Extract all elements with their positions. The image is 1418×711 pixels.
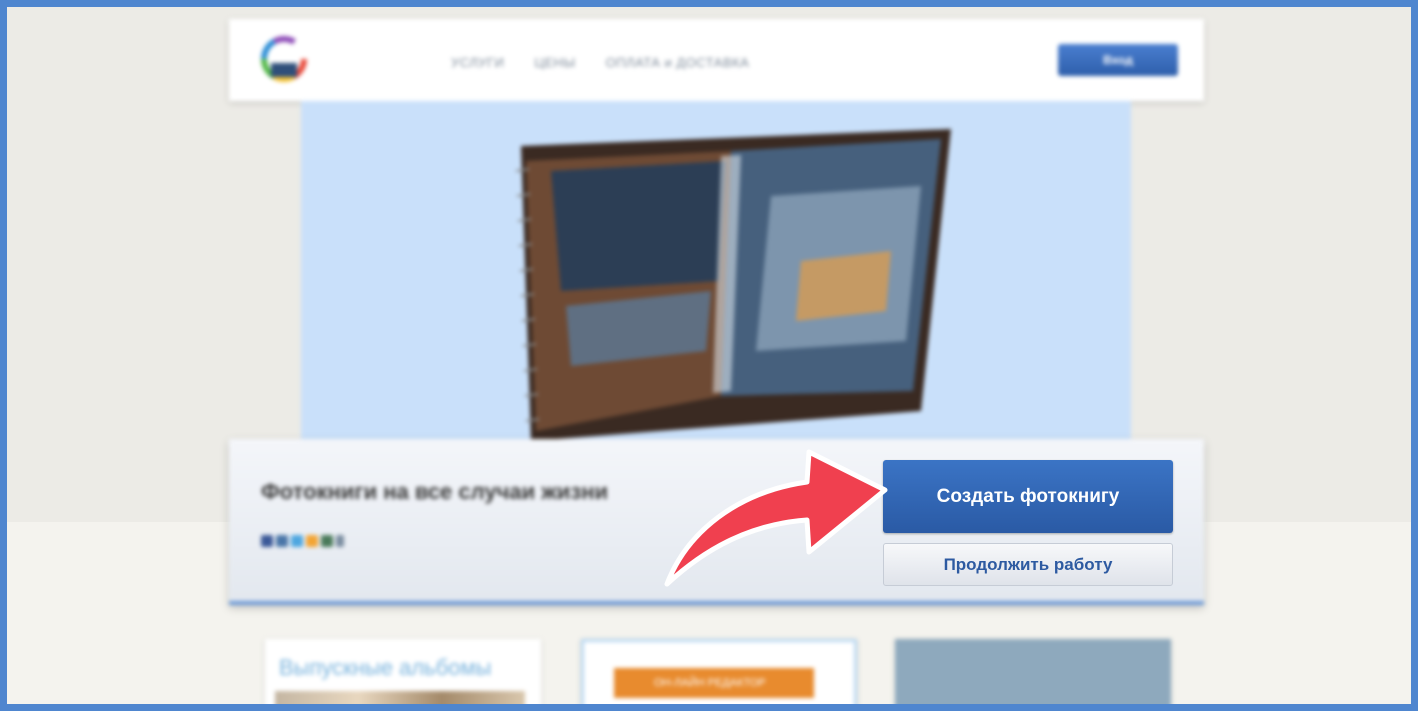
nav-payment-delivery[interactable]: ОПЛАТА и ДОСТАВКА bbox=[606, 55, 750, 70]
social-icon-1[interactable] bbox=[261, 535, 273, 547]
social-icon-6[interactable] bbox=[336, 535, 344, 547]
feature-cards: Выпускные альбомы ОН-ЛАЙН РЕДАКТОР bbox=[7, 639, 1411, 704]
online-editor-badge: ОН-ЛАЙН РЕДАКТОР bbox=[614, 668, 814, 698]
card-image bbox=[275, 691, 525, 704]
tagline: Фотокниги на все случаи жизни bbox=[261, 479, 609, 504]
create-photobook-button[interactable]: Создать фотокнигу bbox=[883, 460, 1173, 533]
social-icons bbox=[261, 535, 344, 547]
card-title: Выпускные альбомы bbox=[279, 655, 492, 680]
photobook-illustration bbox=[515, 129, 951, 441]
social-icon-5[interactable] bbox=[321, 535, 333, 547]
main-nav: УСЛУГИ ЦЕНЫ ОПЛАТА и ДОСТАВКА bbox=[451, 55, 749, 70]
social-icon-4[interactable] bbox=[306, 535, 318, 547]
hero-image bbox=[301, 101, 1131, 446]
card-online-editor[interactable]: ОН-ЛАЙН РЕДАКТОР bbox=[581, 639, 857, 704]
social-icon-3[interactable] bbox=[291, 535, 303, 547]
logo-icon[interactable] bbox=[257, 35, 311, 89]
nav-services[interactable]: УСЛУГИ bbox=[451, 55, 504, 70]
continue-work-button[interactable]: Продолжить работу bbox=[883, 543, 1173, 586]
login-button[interactable]: Вход bbox=[1058, 44, 1178, 76]
curved-arrow-icon bbox=[664, 449, 888, 587]
screenshot-frame: УСЛУГИ ЦЕНЫ ОПЛАТА и ДОСТАВКА Вход Фоток… bbox=[0, 0, 1418, 711]
nav-prices[interactable]: ЦЕНЫ bbox=[534, 55, 575, 70]
site-header: УСЛУГИ ЦЕНЫ ОПЛАТА и ДОСТАВКА Вход bbox=[229, 19, 1204, 101]
card-third[interactable] bbox=[895, 639, 1171, 704]
social-icon-2[interactable] bbox=[276, 535, 288, 547]
card-graduation-albums[interactable]: Выпускные альбомы bbox=[265, 639, 541, 704]
